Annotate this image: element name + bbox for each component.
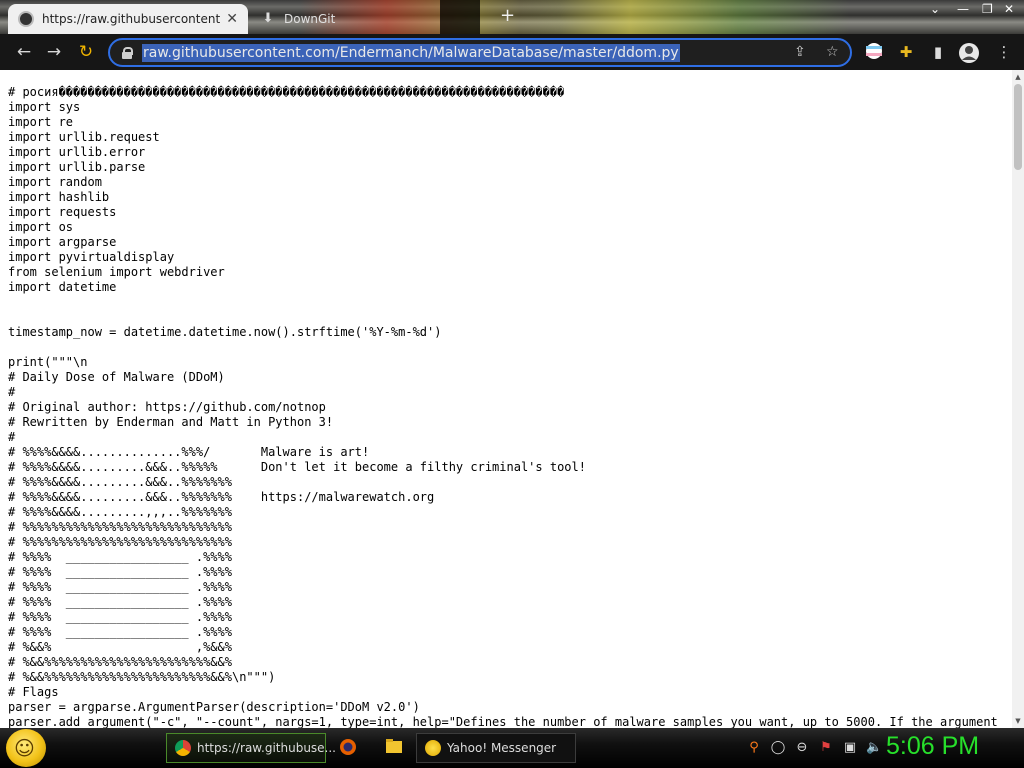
code-line: # %&&% ,%&&%	[8, 640, 232, 654]
code-line: # росия���������������������������������…	[8, 85, 565, 99]
code-line: # Original author: https://github.com/no…	[8, 400, 326, 414]
code-line: # Rewritten by Enderman and Matt in Pyth…	[8, 415, 334, 429]
code-line: #	[8, 385, 16, 399]
download-icon: ⬇	[262, 11, 274, 26]
smiley-start-orb-icon[interactable]: ☺	[6, 729, 46, 767]
taskbar-item-label: https://raw.githubuse...	[197, 741, 336, 755]
code-line: import hashlib	[8, 190, 110, 204]
reload-icon[interactable]: ↻	[76, 42, 96, 62]
scroll-up-arrow-icon[interactable]: ▲	[1014, 72, 1022, 82]
code-line: # Daily Dose of Malware (DDoM)	[8, 370, 225, 384]
code-line: # %%%% _________________ .%%%%	[8, 550, 232, 564]
code-line: import urllib.parse	[8, 160, 146, 174]
code-line: # %%%% _________________ .%%%%	[8, 595, 232, 609]
code-line: # %%%% _________________ .%%%%	[8, 625, 232, 639]
profile-flag-icon[interactable]	[864, 42, 884, 62]
code-line: # Flags	[8, 685, 59, 699]
code-line: # %%%% _________________ .%%%%	[8, 610, 232, 624]
scrollbar-thumb[interactable]	[1014, 84, 1022, 170]
code-line: import urllib.error	[8, 145, 146, 159]
taskbar-item-chrome[interactable]: https://raw.githubuse...	[166, 733, 336, 763]
code-line: # %&&%%%%%%%%%%%%%%%%%%%%%%%&&%	[8, 655, 232, 669]
tab-title: DownGit	[284, 12, 336, 26]
url-text[interactable]: raw.githubusercontent.com/Endermanch/Mal…	[142, 43, 680, 62]
code-line: # %%%%&&&&..............%%%/ Malware is …	[8, 445, 370, 459]
tab-title: https://raw.githubusercontent.com	[42, 12, 221, 26]
forward-arrow-icon[interactable]: →	[44, 42, 64, 62]
code-line: # %&&%%%%%%%%%%%%%%%%%%%%%%%&&%\n""")	[8, 670, 276, 684]
taskbar: ☺ https://raw.githubuse... Yahoo! Messen…	[0, 728, 1024, 768]
side-panel-icon[interactable]: ▮	[928, 42, 948, 62]
code-line: import sys	[8, 100, 81, 114]
search-magnifier-icon[interactable]: ⚲	[746, 740, 762, 756]
tab-downgit[interactable]: ⬇ DownGit	[250, 4, 450, 34]
code-line: import argparse	[8, 235, 117, 249]
code-line: import requests	[8, 205, 117, 219]
code-line: #	[8, 430, 16, 444]
code-line: import re	[8, 115, 74, 129]
code-line: import os	[8, 220, 74, 234]
extensions-puzzle-icon[interactable]: ✚	[896, 42, 916, 62]
github-icon	[18, 11, 34, 27]
code-line: import random	[8, 175, 102, 189]
code-line: # %%%%%%%%%%%%%%%%%%%%%%%%%%%%%	[8, 535, 232, 549]
code-line: # %%%%&&&&.........&&&..%%%%% Don't let …	[8, 460, 586, 474]
browser-toolbar: ← → ↻ raw.githubusercontent.com/Enderman…	[0, 34, 1024, 70]
code-line: # %%%%&&&&.........&&&..%%%%%%%	[8, 475, 232, 489]
code-line: # %%%% _________________ .%%%%	[8, 565, 232, 579]
lens-icon[interactable]: ◯	[770, 740, 786, 756]
tab-github-raw[interactable]: https://raw.githubusercontent.com ✕	[8, 4, 248, 34]
lock-icon[interactable]	[122, 46, 133, 59]
code-line: timestamp_now = datetime.datetime.now().…	[8, 325, 442, 339]
network-icon[interactable]: ▣	[842, 740, 858, 756]
window-close-icon[interactable]: ✕	[1004, 2, 1014, 16]
star-icon[interactable]: ☆	[826, 44, 839, 60]
code-line: import urllib.request	[8, 130, 160, 144]
code-line: import pyvirtualdisplay	[8, 250, 175, 264]
volume-icon[interactable]: 🔈	[866, 740, 882, 756]
taskbar-item-label: Yahoo! Messenger	[447, 741, 557, 755]
taskbar-item-yahoo-messenger[interactable]: Yahoo! Messenger	[416, 733, 576, 763]
file-explorer-icon[interactable]	[384, 738, 404, 758]
code-line: parser.add_argument("-c", "--count", nar…	[8, 715, 998, 728]
chrome-icon	[175, 740, 191, 756]
code-line: import datetime	[8, 280, 117, 294]
back-arrow-icon[interactable]: ←	[14, 42, 34, 62]
code-line: # %%%% _________________ .%%%%	[8, 580, 232, 594]
flag-icon[interactable]: ⚑	[818, 740, 834, 756]
tab-strip: https://raw.githubusercontent.com ✕ ⬇ Do…	[0, 0, 1024, 34]
account-avatar-icon[interactable]	[958, 42, 979, 63]
code-line: # %%%%&&&&.........&&&..%%%%%%% https://…	[8, 490, 435, 504]
clock[interactable]: 5:06 PM	[886, 732, 979, 761]
yahoo-messenger-icon	[425, 740, 441, 756]
maximize-icon[interactable]: ❐	[982, 2, 993, 16]
wallpaper-splash	[520, 0, 850, 34]
share-icon[interactable]: ⇪	[794, 44, 806, 60]
new-tab-icon[interactable]: +	[500, 6, 515, 26]
page-content: # росия���������������������������������…	[0, 70, 1012, 728]
code-line: # %%%%&&&&.........,,,..%%%%%%%	[8, 505, 232, 519]
menu-dots-icon[interactable]: ⋮	[994, 42, 1014, 62]
address-bar[interactable]: raw.githubusercontent.com/Endermanch/Mal…	[108, 38, 852, 67]
code-line: print("""\n	[8, 355, 88, 369]
code-line: parser = argparse.ArgumentParser(descrip…	[8, 700, 420, 714]
code-listing: # росия���������������������������������…	[0, 70, 1012, 728]
scroll-down-arrow-icon[interactable]: ▼	[1014, 716, 1022, 726]
vertical-scrollbar[interactable]: ▲ ▼	[1012, 70, 1024, 728]
tab-search-chevron-icon[interactable]: ⌄	[930, 2, 940, 16]
close-icon[interactable]: ✕	[226, 11, 238, 27]
firefox-icon[interactable]	[338, 738, 358, 758]
minimize-icon[interactable]: —	[957, 2, 969, 16]
code-line: # %%%%%%%%%%%%%%%%%%%%%%%%%%%%%	[8, 520, 232, 534]
code-line: from selenium import webdriver	[8, 265, 225, 279]
minus-circle-icon[interactable]: ⊖	[794, 740, 810, 756]
